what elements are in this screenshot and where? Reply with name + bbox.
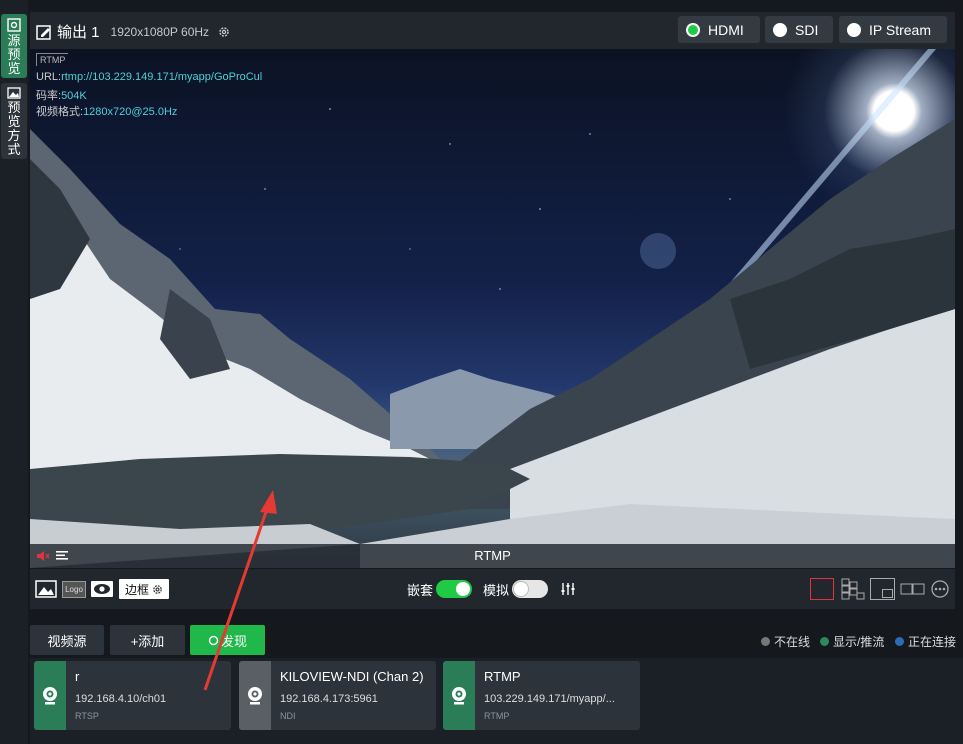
output-title: 输出 1 [57,24,100,41]
legend-connecting-dot [895,637,904,646]
output-header: 输出 1 1920x1080P 60Hz HDMI SDI IP Stream [30,12,955,50]
border-label: 边框 [124,582,149,597]
more-options-button[interactable] [930,579,950,599]
video-source-button[interactable]: 视频源 [30,625,104,655]
stream-type-tag: RTMP [36,53,69,66]
info-format: 视频格式:1280x720@25.0Hz [36,103,177,119]
source-protocol: RTSP [75,711,99,721]
analog-toggle[interactable] [512,579,548,599]
source-status-bar [443,661,475,730]
split-layout-icon [900,583,925,595]
eye-icon [7,18,21,32]
info-format-key: 视频格式: [36,106,84,118]
info-bitrate-value: 504K [61,90,87,102]
output-sdi-button[interactable]: SDI [765,16,833,43]
info-format-value: 1280x720@25.0Hz [83,106,178,118]
embed-toggle[interactable] [436,579,472,599]
source-name: r [75,669,80,684]
image-icon [7,87,21,99]
source-controls: 视频源 +添加 发现 不在线 显示/推流 正在连接 [30,625,963,655]
tab-source-label: 源预览 [7,33,21,76]
landscape-icon [35,580,57,598]
info-bitrate-key: 码率: [36,90,62,102]
source-name: KILOVIEW-NDI (Chan 2) [280,669,424,684]
embed-label: 嵌套 [406,582,433,598]
info-url-key: URL: [36,71,62,83]
legend-offline-label: 不在线 [774,635,811,649]
tab-preview-mode[interactable]: 预览方式 [1,83,27,159]
ip-stream-label: IP Stream [869,21,931,38]
tab-preview-label: 预览方式 [7,100,21,157]
left-rail: 源预览 预览方式 [0,0,28,744]
logo-label: Logo [62,580,86,598]
discover-label: 发现 [220,633,247,649]
info-bitrate: 码率:504K [36,87,87,103]
source-card-rtsp[interactable]: r 192.168.4.10/ch01 RTSP [34,661,231,730]
webcam-icon [452,686,466,704]
border-gear-icon [153,584,162,594]
legend-streaming: 显示/推流 [820,633,884,650]
preview-scene [30,49,955,568]
info-url-value: rtmp://103.229.149.171/myapp/GoProCul [61,71,263,83]
legend-offline: 不在线 [761,633,810,650]
analog-toggle-knob [514,582,528,596]
video-preview[interactable]: RTMP URL:rtmp://103.229.149.171/myapp/Go… [30,49,955,568]
layout-pip-button[interactable] [870,578,895,600]
source-card-rtmp[interactable]: RTMP 103.229.149.171/myapp/... RTMP [443,661,640,730]
analog-toggle-track [512,580,548,598]
preview-toolbar: Logo 边框 嵌套 模拟 [30,569,955,609]
background-image-button[interactable] [34,579,58,599]
video-source-label: RTMP [474,548,511,563]
legend-streaming-dot [820,637,829,646]
logo-button[interactable]: Logo [62,579,86,599]
hdmi-radio [686,22,700,37]
source-status-bar [34,661,66,730]
discover-button[interactable]: 发现 [190,625,265,655]
legend-offline-dot [761,637,770,646]
more-icon [931,580,949,598]
output-resolution: 1920x1080P 60Hz [110,24,210,39]
source-status-bar [239,661,271,730]
layout-grid-button[interactable] [840,578,866,600]
layout-single-button[interactable] [810,578,834,600]
webcam-icon [43,686,57,704]
output-ip-stream-button[interactable]: IP Stream [839,16,947,43]
info-url: URL:rtmp://103.229.149.171/myapp/GoProCu… [36,71,262,83]
video-status-bar: RTMP [30,544,955,568]
edit-icon[interactable] [36,24,52,40]
hdmi-label: HDMI [708,21,744,38]
legend-connecting: 正在连接 [895,633,956,650]
embed-toggle-track [436,580,472,598]
analog-label: 模拟 [482,582,509,598]
layout-side-by-side-button[interactable] [900,579,926,599]
source-protocol: NDI [280,711,296,721]
webcam-icon [248,686,262,704]
source-address: 192.168.4.10/ch01 [75,693,167,705]
source-address: 103.229.149.171/myapp/... [484,693,615,705]
gear-icon[interactable] [218,26,230,38]
source-name: RTMP [484,669,521,684]
tab-source-preview[interactable]: 源预览 [1,14,27,78]
output-title-group: 输出 1 1920x1080P 60Hz [36,21,230,42]
embed-toggle-knob [456,582,470,596]
source-card-ndi[interactable]: KILOVIEW-NDI (Chan 2) 192.168.4.173:5961… [239,661,436,730]
sdi-radio [773,22,787,37]
search-icon [208,635,219,645]
legend-connecting-label: 正在连接 [908,635,957,649]
sdi-label: SDI [795,21,819,38]
pip-inner-box [882,589,893,598]
visibility-button[interactable] [90,579,114,599]
border-button[interactable]: 边框 [119,579,169,599]
source-protocol: RTMP [484,711,510,721]
legend-streaming-label: 显示/推流 [833,635,885,649]
eye-visibility-icon [91,581,113,597]
audio-mixer-button[interactable] [558,579,578,599]
source-address: 192.168.4.173:5961 [280,693,378,705]
ip-stream-radio [847,22,861,37]
grid-layout-icon [841,578,865,600]
sliders-icon [561,583,575,595]
output-hdmi-button[interactable]: HDMI [678,16,760,43]
add-source-button[interactable]: +添加 [110,625,185,655]
source-list: r 192.168.4.10/ch01 RTSP KILOVIEW-NDI (C… [30,658,963,744]
